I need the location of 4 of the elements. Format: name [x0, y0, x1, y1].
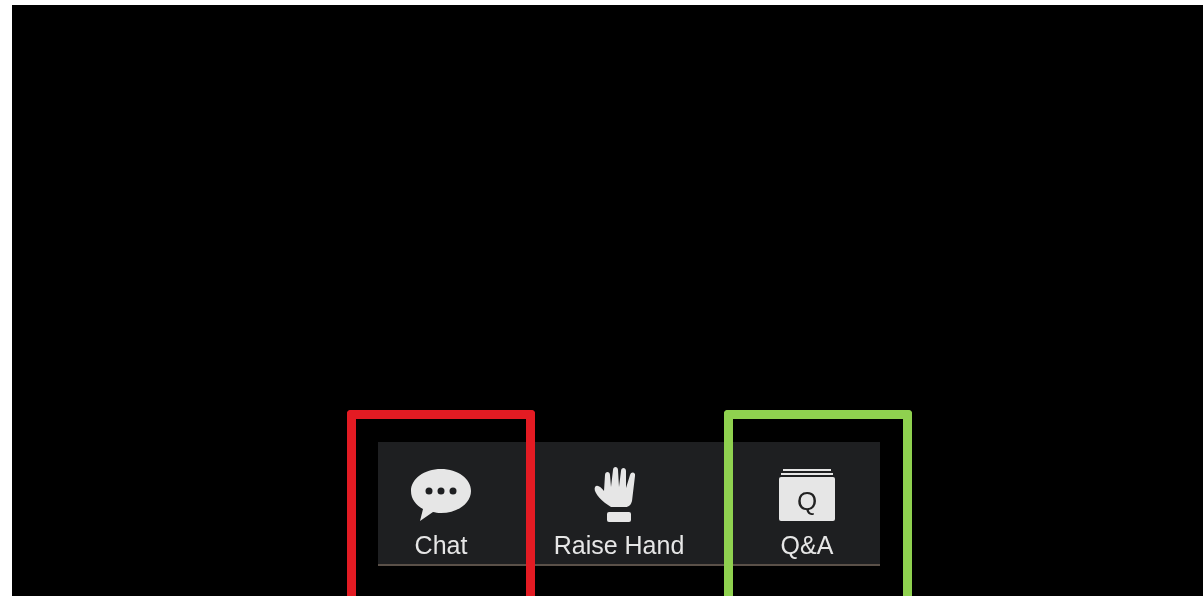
speech-bubble-icon — [409, 467, 473, 523]
chat-button[interactable]: Chat — [378, 442, 504, 564]
qa-button[interactable]: Q Q&A — [734, 442, 880, 564]
raise-hand-button[interactable]: Raise Hand — [504, 442, 734, 564]
